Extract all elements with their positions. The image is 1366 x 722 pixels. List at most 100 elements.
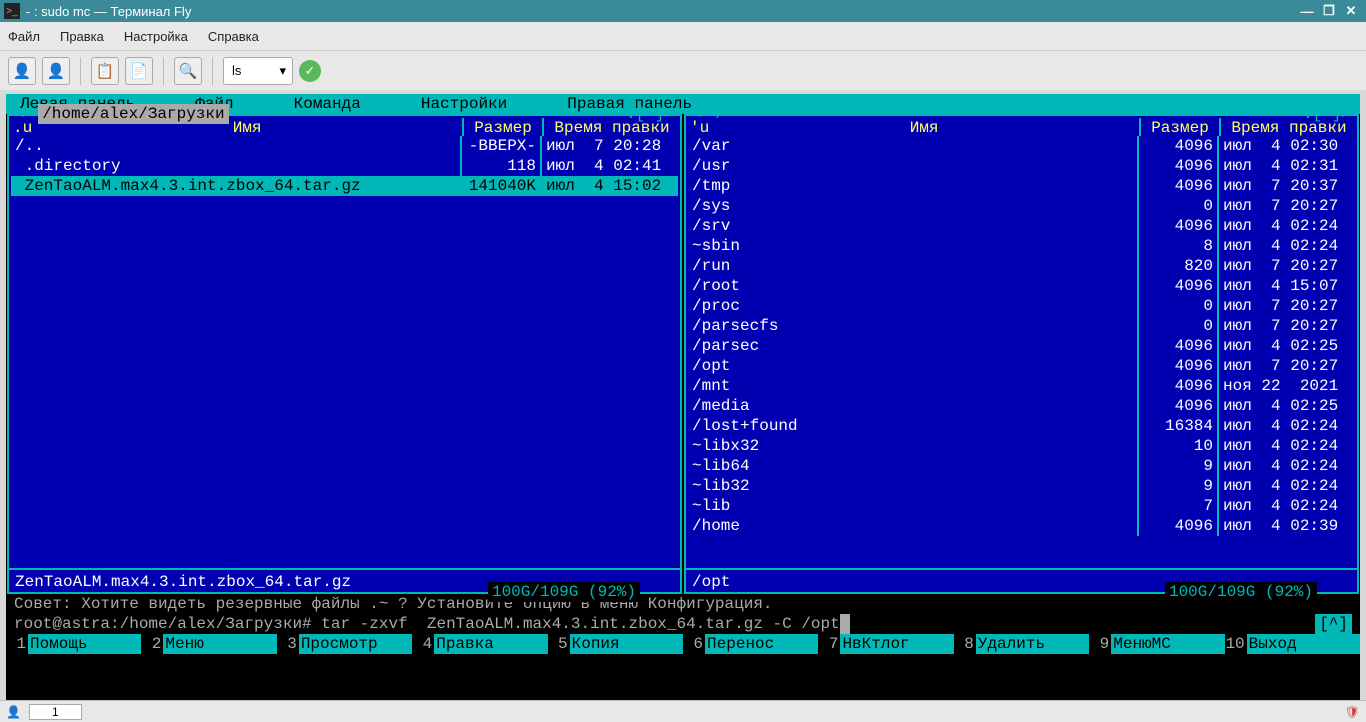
file-row[interactable]: /usr4096июл 4 02:31 [688, 156, 1355, 176]
command-prompt[interactable]: root@astra:/home/alex/Загрузки# tar -zxv… [6, 614, 1360, 634]
file-size: 141040K [462, 176, 542, 196]
maximize-button[interactable]: ❐ [1318, 3, 1340, 19]
file-size: 0 [1139, 196, 1219, 216]
fkey-5[interactable]: 5Копия [548, 634, 683, 654]
fkey-label: Выход [1247, 634, 1360, 654]
app-taskbar: 👤 1 🛡 [0, 700, 1366, 722]
command-select[interactable]: ls [223, 57, 293, 85]
window-title: - : sudo mc — Терминал Fly [26, 4, 1296, 19]
file-row[interactable]: /run820июл 7 20:27 [688, 256, 1355, 276]
menu-file[interactable]: Файл [8, 29, 40, 44]
file-row[interactable]: /mnt4096ноя 22 2021 [688, 376, 1355, 396]
file-size: 4096 [1139, 376, 1219, 396]
menu-help[interactable]: Справка [208, 29, 259, 44]
file-size: 8 [1139, 236, 1219, 256]
file-row[interactable]: /opt4096июл 7 20:27 [688, 356, 1355, 376]
file-row[interactable]: ~lib649июл 4 02:24 [688, 456, 1355, 476]
file-time: июл 4 02:25 [1219, 336, 1355, 356]
file-time: июл 7 20:27 [1219, 256, 1355, 276]
left-panel[interactable]: <- /home/alex/Загрузки .[^]> .uИмя Разме… [7, 114, 682, 594]
file-row[interactable]: /var4096июл 4 02:30 [688, 136, 1355, 156]
remove-bookmark-button[interactable]: 👤 [42, 57, 70, 85]
mc-menu-command[interactable]: Команда [294, 94, 361, 114]
file-name: /srv [688, 216, 1139, 236]
file-size: 4096 [1139, 396, 1219, 416]
fkey-6[interactable]: 6Перенос [683, 634, 818, 654]
file-name: ~sbin [688, 236, 1139, 256]
file-size: 0 [1139, 316, 1219, 336]
run-button[interactable]: ✓ [299, 60, 321, 82]
file-row[interactable]: /root4096июл 4 15:07 [688, 276, 1355, 296]
file-row[interactable]: /srv4096июл 4 02:24 [688, 216, 1355, 236]
left-panel-path: /home/alex/Загрузки [38, 104, 228, 124]
file-size: 9 [1139, 476, 1219, 496]
file-time: июл 4 02:24 [1219, 236, 1355, 256]
shield-icon[interactable]: 🛡 [1345, 705, 1360, 719]
file-size: 4096 [1139, 356, 1219, 376]
file-time: июл 4 02:24 [1219, 476, 1355, 496]
mc-menu-options[interactable]: Настройки [421, 94, 507, 114]
copy-button[interactable]: 📋 [91, 57, 119, 85]
file-row[interactable]: /proc0июл 7 20:27 [688, 296, 1355, 316]
file-size: 16384 [1139, 416, 1219, 436]
left-rows: /..-ВВЕРХ-июл 7 20:28 .directory118июл 4… [9, 136, 680, 196]
fkey-4[interactable]: 4Правка [412, 634, 547, 654]
file-size: 7 [1139, 496, 1219, 516]
file-row[interactable]: ~lib329июл 4 02:24 [688, 476, 1355, 496]
col-size[interactable]: Размер [1141, 118, 1221, 136]
file-row[interactable]: /media4096июл 4 02:25 [688, 396, 1355, 416]
file-name: /run [688, 256, 1139, 276]
close-button[interactable]: ✕ [1340, 3, 1362, 19]
file-row[interactable]: /home4096июл 4 02:39 [688, 516, 1355, 536]
fkey-9[interactable]: 9МенюMC [1089, 634, 1224, 654]
prompt-ps1: root@astra:/home/alex/Загрузки# [14, 614, 321, 634]
menu-edit[interactable]: Правка [60, 29, 104, 44]
separator [212, 57, 213, 85]
search-button[interactable]: 🔍 [174, 57, 202, 85]
fkey-2[interactable]: 2Меню [141, 634, 276, 654]
fkey-8[interactable]: 8Удалить [954, 634, 1089, 654]
fkey-num: 2 [141, 634, 163, 654]
file-name: ~lib32 [688, 476, 1139, 496]
file-row[interactable]: ~libx3210июл 4 02:24 [688, 436, 1355, 456]
col-name[interactable]: Имя [709, 118, 1139, 136]
file-size: 4096 [1139, 216, 1219, 236]
file-size: -ВВЕРХ- [462, 136, 542, 156]
fkey-10[interactable]: 10Выход [1225, 634, 1360, 654]
right-panel[interactable]: <- / .[^]> 'uИмя Размер Время правки /va… [684, 114, 1359, 594]
add-bookmark-button[interactable]: 👤 [8, 57, 36, 85]
file-time: ноя 22 2021 [1219, 376, 1355, 396]
file-row[interactable]: /lost+found16384июл 4 02:24 [688, 416, 1355, 436]
file-row[interactable]: .directory118июл 4 02:41 [11, 156, 678, 176]
select-value: ls [232, 63, 241, 78]
fkey-3[interactable]: 3Просмотр [277, 634, 412, 654]
right-panel-space: 100G/109G (92%) [1165, 582, 1317, 602]
file-row[interactable]: ~lib7июл 4 02:24 [688, 496, 1355, 516]
col-size[interactable]: Размер [464, 118, 544, 136]
file-size: 4096 [1139, 516, 1219, 536]
file-row[interactable]: ZenTaoALM.max4.3.int.zbox_64.tar.gz14104… [11, 176, 678, 196]
file-name: /opt [688, 356, 1139, 376]
file-name: ~lib [688, 496, 1139, 516]
menu-settings[interactable]: Настройка [124, 29, 188, 44]
file-row[interactable]: /tmp4096июл 7 20:37 [688, 176, 1355, 196]
fkey-num: 1 [6, 634, 28, 654]
taskbar-tab[interactable]: 1 [29, 704, 82, 720]
file-row[interactable]: /parsecfs0июл 7 20:27 [688, 316, 1355, 336]
file-size: 9 [1139, 456, 1219, 476]
fkey-7[interactable]: 7НвКтлог [818, 634, 953, 654]
fkey-1[interactable]: 1Помощь [6, 634, 141, 654]
file-row[interactable]: /sys0июл 7 20:27 [688, 196, 1355, 216]
chevron-left-icon: <- [15, 104, 34, 124]
file-row[interactable]: /..-ВВЕРХ-июл 7 20:28 [11, 136, 678, 156]
file-time: июл 7 20:28 [542, 136, 678, 156]
app-menubar: Файл Правка Настройка Справка [0, 22, 1366, 50]
right-columns: 'uИмя Размер Время правки [686, 116, 1357, 136]
terminal-icon: >_ [4, 3, 20, 19]
file-row[interactable]: ~sbin8июл 4 02:24 [688, 236, 1355, 256]
file-row[interactable]: /parsec4096июл 4 02:25 [688, 336, 1355, 356]
paste-button[interactable]: 📄 [125, 57, 153, 85]
minimize-button[interactable]: — [1296, 4, 1318, 19]
user-icon[interactable]: 👤 [6, 705, 21, 719]
file-name: ~libx32 [688, 436, 1139, 456]
